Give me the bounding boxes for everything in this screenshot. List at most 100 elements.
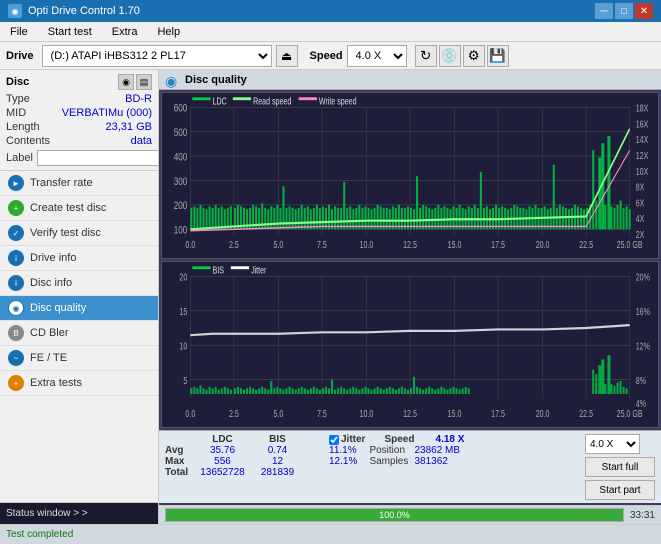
stats-table: LDC BIS Jitter Speed 4.18 X Avg bbox=[165, 434, 464, 478]
svg-text:12%: 12% bbox=[636, 340, 650, 352]
eject-button[interactable]: ⏏ bbox=[276, 45, 298, 67]
contents-value: data bbox=[131, 134, 152, 148]
titlebar: ◉ Opti Drive Control 1.70 ─ □ ✕ bbox=[0, 0, 661, 22]
nav-transfer-rate[interactable]: ► Transfer rate bbox=[0, 171, 158, 196]
avg-jitter: 11.1% bbox=[325, 445, 369, 456]
nav-icon-create: + bbox=[8, 200, 24, 216]
svg-text:15.0: 15.0 bbox=[448, 408, 462, 420]
svg-text:20.0: 20.0 bbox=[536, 408, 550, 420]
position-label: Position bbox=[369, 445, 414, 456]
jitter-checkbox[interactable] bbox=[329, 435, 339, 445]
svg-text:200: 200 bbox=[174, 200, 188, 213]
svg-text:5: 5 bbox=[183, 375, 187, 387]
svg-text:0.0: 0.0 bbox=[185, 408, 195, 420]
speed-select[interactable]: 4.0 X bbox=[347, 45, 407, 67]
max-bis: 12 bbox=[250, 456, 305, 467]
nav-icon-extra: + bbox=[8, 375, 24, 391]
start-full-button[interactable]: Start full bbox=[585, 457, 655, 477]
drive-select[interactable]: (D:) ATAPI iHBS312 2 PL17 bbox=[42, 45, 272, 67]
svg-text:20: 20 bbox=[179, 271, 187, 283]
total-ldc: 13652728 bbox=[195, 467, 250, 478]
nav-fe-te[interactable]: ~ FE / TE bbox=[0, 346, 158, 371]
disc-icon-2[interactable]: ▤ bbox=[136, 74, 152, 90]
minimize-button[interactable]: ─ bbox=[595, 3, 613, 19]
progress-bar: 100.0% bbox=[165, 508, 624, 522]
svg-text:8%: 8% bbox=[636, 375, 646, 387]
max-jitter: 12.1% bbox=[325, 456, 369, 467]
nav-label-extra: Extra tests bbox=[30, 377, 82, 389]
svg-text:2.5: 2.5 bbox=[229, 239, 239, 251]
nav-disc-quality[interactable]: ◉ Disc quality bbox=[0, 296, 158, 321]
svg-text:12X: 12X bbox=[636, 150, 649, 162]
avg-bis: 0.74 bbox=[250, 445, 305, 456]
svg-text:5.0: 5.0 bbox=[273, 408, 283, 420]
svg-text:6X: 6X bbox=[636, 197, 645, 209]
refresh-button[interactable]: ↻ bbox=[415, 45, 437, 67]
mid-label: MID bbox=[6, 106, 26, 120]
nav-disc-info[interactable]: i Disc info bbox=[0, 271, 158, 296]
svg-text:500: 500 bbox=[174, 127, 188, 140]
max-ldc: 556 bbox=[195, 456, 250, 467]
maximize-button[interactable]: □ bbox=[615, 3, 633, 19]
chart-ldc-svg: 600 500 400 300 200 100 18X 16X 14X 12X … bbox=[162, 93, 658, 258]
svg-text:2.5: 2.5 bbox=[229, 408, 239, 420]
svg-text:10X: 10X bbox=[636, 166, 649, 178]
svg-text:300: 300 bbox=[174, 176, 188, 189]
chart-ldc: 600 500 400 300 200 100 18X 16X 14X 12X … bbox=[161, 92, 659, 259]
nav-verify-test-disc[interactable]: ✓ Verify test disc bbox=[0, 221, 158, 246]
nav-cd-bler[interactable]: B CD Bler bbox=[0, 321, 158, 346]
sidebar: Disc ◉ ▤ Type BD-R MID VERBATIMu (000) L… bbox=[0, 70, 159, 524]
settings-button[interactable]: ⚙ bbox=[463, 45, 485, 67]
nav-drive-info[interactable]: i Drive info bbox=[0, 246, 158, 271]
status-text: Test completed bbox=[6, 529, 73, 540]
svg-text:18X: 18X bbox=[636, 102, 649, 114]
close-button[interactable]: ✕ bbox=[635, 3, 653, 19]
svg-text:22.5: 22.5 bbox=[579, 239, 593, 251]
nav-create-test-disc[interactable]: + Create test disc bbox=[0, 196, 158, 221]
charts-area: 600 500 400 300 200 100 18X 16X 14X 12X … bbox=[159, 90, 661, 430]
menu-extra[interactable]: Extra bbox=[106, 25, 144, 39]
nav-label-fe-te: FE / TE bbox=[30, 352, 67, 364]
svg-text:12.5: 12.5 bbox=[403, 239, 417, 251]
ldc-header: LDC bbox=[195, 434, 250, 445]
svg-text:22.5: 22.5 bbox=[579, 408, 593, 420]
menu-file[interactable]: File bbox=[4, 25, 34, 39]
nav-extra-tests[interactable]: + Extra tests bbox=[0, 371, 158, 396]
menu-start-test[interactable]: Start test bbox=[42, 25, 98, 39]
drivebar: Drive (D:) ATAPI iHBS312 2 PL17 ⏏ Speed … bbox=[0, 42, 661, 70]
svg-text:7.5: 7.5 bbox=[317, 408, 327, 420]
statusbar: Test completed bbox=[0, 524, 661, 544]
disc-quality-header: ◉ Disc quality bbox=[159, 70, 661, 90]
progress-time: 33:31 bbox=[630, 510, 655, 521]
chart-bis-svg: 20 15 10 5 20% 16% 12% 8% 4% 0.0 2.5 5.0 bbox=[162, 262, 658, 427]
disc-button[interactable]: 💿 bbox=[439, 45, 461, 67]
main-layout: Disc ◉ ▤ Type BD-R MID VERBATIMu (000) L… bbox=[0, 70, 661, 524]
svg-text:10.0: 10.0 bbox=[360, 408, 374, 420]
label-input[interactable] bbox=[37, 150, 159, 166]
type-label: Type bbox=[6, 92, 30, 106]
total-bis: 281839 bbox=[250, 467, 305, 478]
jitter-header: Jitter bbox=[341, 434, 365, 445]
nav-icon-verify: ✓ bbox=[8, 225, 24, 241]
disc-icon-1[interactable]: ◉ bbox=[118, 74, 134, 90]
save-button[interactable]: 💾 bbox=[487, 45, 509, 67]
speed-select-action[interactable]: 4.0 X bbox=[585, 434, 640, 454]
mid-value: VERBATIMu (000) bbox=[62, 106, 152, 120]
start-part-button[interactable]: Start part bbox=[585, 480, 655, 500]
progress-container: 100.0% 33:31 bbox=[159, 505, 661, 524]
disc-panel: Disc ◉ ▤ Type BD-R MID VERBATIMu (000) L… bbox=[0, 70, 158, 171]
svg-text:17.5: 17.5 bbox=[491, 408, 505, 420]
disc-quality-title: Disc quality bbox=[185, 74, 247, 86]
nav-icon-fe-te: ~ bbox=[8, 350, 24, 366]
max-label: Max bbox=[165, 456, 195, 467]
svg-text:15: 15 bbox=[179, 306, 187, 318]
window-controls[interactable]: ─ □ ✕ bbox=[595, 3, 653, 19]
svg-text:8X: 8X bbox=[636, 181, 645, 193]
nav-label-disc-quality: Disc quality bbox=[30, 302, 86, 314]
svg-text:600: 600 bbox=[174, 102, 188, 115]
menu-help[interactable]: Help bbox=[151, 25, 186, 39]
disc-quality-icon: ◉ bbox=[165, 73, 179, 87]
progress-value: 100.0% bbox=[379, 510, 410, 520]
svg-text:BIS: BIS bbox=[213, 264, 225, 276]
status-window[interactable]: Status window > > bbox=[0, 502, 158, 524]
